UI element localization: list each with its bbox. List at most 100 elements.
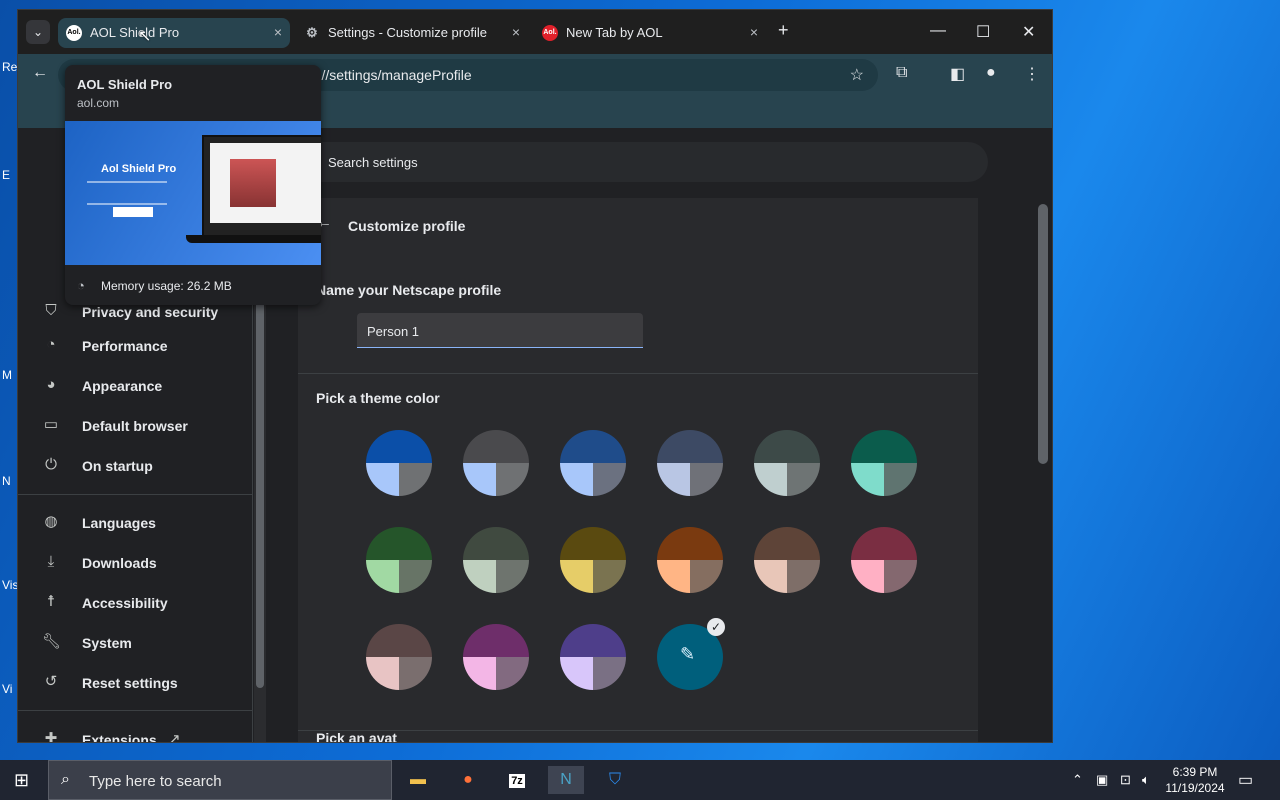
tab-settings[interactable]: ⚙ Settings - Customize profile × xyxy=(296,18,528,48)
page-title: Customize profile xyxy=(348,218,466,234)
download-icon: ⤓ xyxy=(47,553,55,570)
gauge-icon: ◔ xyxy=(46,336,56,353)
theme-color-swatch[interactable] xyxy=(463,430,529,496)
volume-icon[interactable]: 🔈︎ xyxy=(1142,772,1150,788)
theme-color-swatch[interactable] xyxy=(560,430,626,496)
settings-search-input[interactable]: ⌕ Search settings xyxy=(298,142,988,182)
url-text: ne://settings/manageProfile xyxy=(302,67,472,83)
memory-gauge-icon: ◔ xyxy=(77,278,85,293)
aol-shield-icon[interactable]: ⛉ xyxy=(597,766,633,794)
mouse-cursor-icon: ↖ xyxy=(138,28,152,45)
tab-close-icon[interactable]: × xyxy=(512,24,520,40)
sidebar-item-default-browser[interactable]: ▭ Default browser xyxy=(18,406,252,446)
theme-color-swatch[interactable] xyxy=(657,430,723,496)
theme-color-swatch[interactable] xyxy=(366,430,432,496)
sidebar-divider xyxy=(18,494,252,495)
theme-section-label: Pick a theme color xyxy=(316,390,440,406)
browser-icon: ▭ xyxy=(43,416,59,433)
shield-icon: ⛉ xyxy=(45,302,57,319)
maximize-button[interactable]: ☐ xyxy=(976,22,990,42)
sidebar-item-downloads[interactable]: ⤓ Downloads xyxy=(18,543,252,583)
custom-color-button[interactable]: ✎ ✓ xyxy=(657,618,725,690)
tab-aol-shield-pro[interactable]: Aol. AOL Shield Pro × xyxy=(58,18,290,48)
minimize-button[interactable]: — xyxy=(930,22,946,40)
tab-title: AOL Shield Pro xyxy=(90,25,180,40)
tab-close-icon[interactable]: × xyxy=(750,24,758,40)
search-placeholder: Search settings xyxy=(328,155,418,170)
menu-icon[interactable]: ⋮ xyxy=(1024,64,1040,84)
tab-search-button[interactable]: ⌄ xyxy=(26,20,50,44)
palette-icon: ◕ xyxy=(46,376,56,393)
preview-laptop-image xyxy=(186,135,321,243)
netscape-icon[interactable]: N xyxy=(548,766,584,794)
tab-title: Settings - Customize profile xyxy=(328,25,487,40)
theme-color-swatch[interactable] xyxy=(463,527,529,593)
firefox-icon[interactable]: ● xyxy=(450,766,486,794)
side-panel-icon[interactable]: ◧ xyxy=(950,64,965,84)
hover-card-domain: aol.com xyxy=(77,96,120,110)
section-divider xyxy=(298,730,978,731)
theme-color-swatch[interactable] xyxy=(366,624,432,690)
sidebar-item-appearance[interactable]: ◕ Appearance xyxy=(18,366,252,406)
theme-color-swatch[interactable] xyxy=(754,430,820,496)
theme-color-swatch[interactable] xyxy=(366,527,432,593)
sidebar-item-languages[interactable]: ◍ Languages xyxy=(18,503,252,543)
profile-icon[interactable]: ● xyxy=(986,64,996,82)
sidebar-item-extensions[interactable]: ✚ Extensions ↗ xyxy=(18,720,252,742)
theme-color-swatch[interactable] xyxy=(851,527,917,593)
preview-button xyxy=(113,207,153,217)
main-scrollbar[interactable] xyxy=(1035,188,1051,742)
selected-check-icon: ✓ xyxy=(707,618,725,636)
sidebar-item-system[interactable]: 🔧︎ System xyxy=(18,623,252,663)
tab-close-icon[interactable]: × xyxy=(274,24,282,40)
windows-start-icon[interactable]: ⊞ xyxy=(14,770,29,791)
theme-color-swatch[interactable] xyxy=(851,430,917,496)
aol-favicon-icon: Aol. xyxy=(542,25,558,41)
7zip-icon[interactable]: 7z xyxy=(499,766,535,794)
theme-color-swatch[interactable] xyxy=(754,527,820,593)
memory-usage: Memory usage: 26.2 MB xyxy=(101,279,232,293)
close-window-button[interactable]: ✕ xyxy=(1022,22,1035,42)
theme-color-swatch[interactable] xyxy=(463,624,529,690)
sidebar-divider xyxy=(18,710,252,711)
browser-window: ⌄ Aol. AOL Shield Pro × ⚙ Settings - Cus… xyxy=(18,10,1052,742)
globe-icon: ◍ xyxy=(44,513,58,530)
tab-hover-card: AOL Shield Pro aol.com Aol Shield Pro ◔ … xyxy=(65,65,321,305)
search-icon: ⌕ xyxy=(61,771,70,788)
sidebar-item-on-startup[interactable]: ⏻ On startup xyxy=(18,446,252,486)
security-icon[interactable]: ▣ xyxy=(1096,772,1108,788)
external-link-icon: ↗ xyxy=(168,731,181,742)
profile-name-field[interactable]: Person 1 xyxy=(357,313,643,348)
sidebar-item-performance[interactable]: ◔ Performance xyxy=(18,326,252,366)
aol-favicon-icon: Aol. xyxy=(66,25,82,41)
bookmark-star-icon[interactable]: ☆ xyxy=(850,65,864,85)
sidebar-item-accessibility[interactable]: ☨ Accessibility xyxy=(18,583,252,623)
chevron-up-icon[interactable]: ⌃ xyxy=(1072,772,1083,788)
preview-brand-text: Aol Shield Pro xyxy=(101,163,177,175)
tab-title: New Tab by AOL xyxy=(566,25,663,40)
taskbar: ⊞ ⌕ Type here to search ▬ ● 7z N ⛉ ⌃ ▣ ⊡… xyxy=(0,760,1280,800)
extensions-icon[interactable]: ⧉ xyxy=(896,64,907,82)
wrench-icon: 🔧︎ xyxy=(42,633,62,650)
name-section-label: Name your Netscape profile xyxy=(316,282,502,298)
hover-card-title: AOL Shield Pro xyxy=(77,77,173,92)
back-icon[interactable]: ← xyxy=(32,64,48,82)
tab-new-tab-aol[interactable]: Aol. New Tab by AOL × xyxy=(534,18,766,48)
puzzle-icon: ✚ xyxy=(44,730,58,742)
section-divider xyxy=(298,373,978,374)
accessibility-icon: ☨ xyxy=(46,593,56,610)
gear-icon: ⚙ xyxy=(306,25,318,40)
new-tab-button[interactable]: + xyxy=(778,20,789,41)
notifications-icon[interactable]: ▭ xyxy=(1238,770,1253,790)
theme-color-swatch[interactable] xyxy=(657,527,723,593)
theme-color-swatch[interactable] xyxy=(560,527,626,593)
taskbar-search-input[interactable]: ⌕ Type here to search xyxy=(48,760,392,800)
file-explorer-icon[interactable]: ▬ xyxy=(400,766,436,794)
system-clock[interactable]: 6:39 PM 11/19/2024 xyxy=(1160,764,1230,796)
network-icon[interactable]: ⊡ xyxy=(1120,772,1131,788)
hover-card-preview: Aol Shield Pro xyxy=(65,121,321,265)
sidebar-item-reset-settings[interactable]: ↺ Reset settings xyxy=(18,663,252,703)
avatar-section-label: Pick an avat xyxy=(316,730,397,742)
scrollbar-thumb[interactable] xyxy=(1038,204,1048,464)
theme-color-swatch[interactable] xyxy=(560,624,626,690)
